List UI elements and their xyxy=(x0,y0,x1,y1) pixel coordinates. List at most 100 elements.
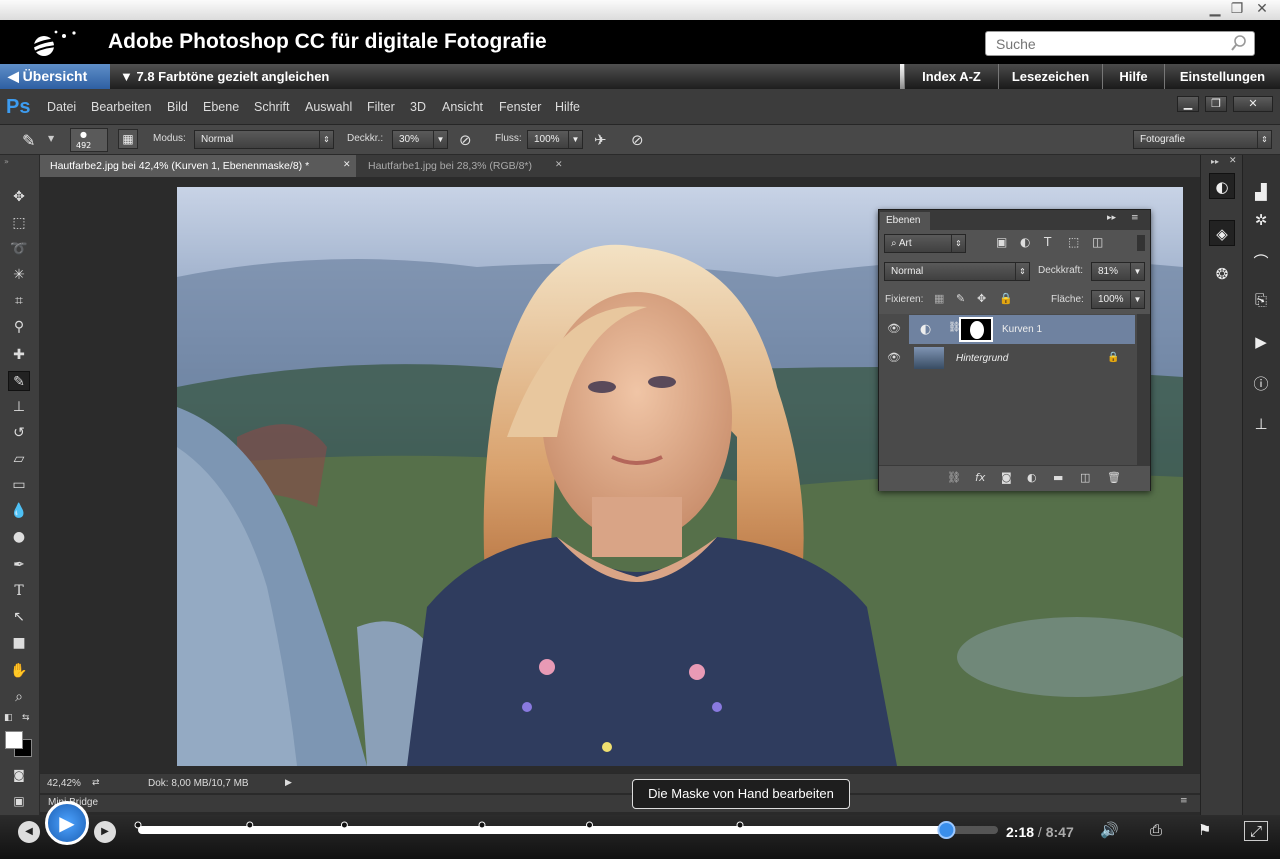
layers-panel-icon[interactable]: ◈ xyxy=(1209,220,1235,246)
chapter-marker[interactable] xyxy=(736,821,744,829)
fill-field[interactable]: 100% ▼ xyxy=(1091,290,1145,309)
close-tab-icon[interactable]: ✕ xyxy=(343,160,351,170)
menu-hilfe[interactable]: Hilfe xyxy=(555,100,580,114)
shape-tool-icon[interactable]: ■ xyxy=(8,633,30,653)
index-button[interactable]: Index A-Z xyxy=(904,64,998,89)
blur-tool-icon[interactable]: 💧 xyxy=(8,501,30,521)
layer-mask-thumbnail[interactable] xyxy=(959,317,993,342)
new-layer-icon[interactable]: ◫ xyxy=(1080,471,1090,484)
actions-panel-icon[interactable]: ▶ xyxy=(1248,329,1274,355)
brush-preset-picker[interactable]: ● 492 xyxy=(70,128,108,152)
pressure-opacity-icon[interactable]: ⊘ xyxy=(459,131,472,149)
adjustments-panel-icon[interactable]: ◐ xyxy=(1209,173,1235,199)
layer-row-hintergrund[interactable]: Hintergrund 🔒 xyxy=(909,344,1135,373)
dodge-tool-icon[interactable]: ● xyxy=(8,527,30,547)
collapse-dock-icon[interactable]: ▸▸ xyxy=(1211,157,1219,166)
tab-hautfarbe2[interactable]: Hautfarbe2.jpg bei 42,4% (Kurven 1, Eben… xyxy=(40,155,356,177)
foreground-color-swatch[interactable] xyxy=(5,731,23,749)
eraser-tool-icon[interactable]: ▱ xyxy=(8,449,30,469)
menu-3d[interactable]: 3D xyxy=(410,100,426,114)
filter-type-icon[interactable]: T xyxy=(1044,235,1051,249)
collapse-panel-icon[interactable]: ▸▸ xyxy=(1107,213,1116,223)
overview-button[interactable]: ◀ Übersicht xyxy=(0,64,110,89)
flag-icon[interactable]: ⚑ xyxy=(1198,821,1211,839)
filter-smart-object-icon[interactable]: ◫ xyxy=(1092,235,1103,249)
filter-shape-icon[interactable]: ⬚ xyxy=(1068,235,1079,249)
eye-visibility-icon[interactable]: 👁 xyxy=(887,322,901,335)
filter-toggle-switch[interactable] xyxy=(1137,235,1145,251)
chapter-marker[interactable] xyxy=(586,821,593,829)
play-button[interactable]: ▶ xyxy=(45,801,89,845)
chapter-marker[interactable] xyxy=(134,821,142,829)
search-box[interactable] xyxy=(985,31,1255,56)
filter-adjustment-icon[interactable]: ◐ xyxy=(1020,235,1030,249)
screen-mode-icon[interactable]: ▣ xyxy=(8,791,30,811)
brush-panel-icon[interactable]: ▦ xyxy=(118,129,138,149)
stamp-tool-icon[interactable]: ⊥ xyxy=(8,397,30,417)
move-tool-icon[interactable]: ✥ xyxy=(8,187,30,207)
chevron-down-icon[interactable]: ▼ xyxy=(1130,263,1144,280)
collapse-icon[interactable]: » xyxy=(4,157,9,166)
chapter-marker[interactable] xyxy=(340,821,348,829)
ps-restore-icon[interactable]: ❐ xyxy=(1205,96,1227,112)
eyedropper-tool-icon[interactable]: ⚲ xyxy=(8,317,30,337)
ps-close-icon[interactable]: ✕ xyxy=(1233,96,1273,112)
print-icon[interactable]: ⎙ xyxy=(1150,821,1162,839)
menu-fenster[interactable]: Fenster xyxy=(499,100,541,114)
delete-layer-icon[interactable]: 🗑 xyxy=(1107,471,1121,484)
flow-field[interactable]: 100% ▼ xyxy=(527,130,583,149)
status-menu-arrow-icon[interactable]: ▶ xyxy=(285,778,292,788)
maximize-window-icon[interactable]: ❐ xyxy=(1228,2,1246,17)
zoom-tool-icon[interactable]: ⌕ xyxy=(8,687,30,707)
lock-all-icon[interactable]: 🔒 xyxy=(999,292,1013,305)
previous-icon[interactable]: ◀ xyxy=(18,821,40,843)
hand-tool-icon[interactable]: ✋ xyxy=(8,661,30,681)
type-tool-icon[interactable]: T xyxy=(8,581,30,601)
chevron-down-icon[interactable]: ▼ xyxy=(48,134,54,143)
history-brush-tool-icon[interactable]: ↺ xyxy=(8,423,30,443)
next-icon[interactable]: ▶ xyxy=(94,821,116,843)
histogram-panel-icon[interactable]: ▟ xyxy=(1248,179,1274,205)
info-panel-icon[interactable]: ⓘ xyxy=(1248,371,1274,397)
history-panel-icon[interactable]: ⎘ xyxy=(1248,287,1274,313)
minimize-window-icon[interactable]: ▁ xyxy=(1206,2,1224,17)
opacity-field[interactable]: 30% ▼ xyxy=(392,130,448,149)
settings-button[interactable]: Einstellungen xyxy=(1164,64,1280,89)
help-button[interactable]: Hilfe xyxy=(1102,64,1164,89)
menu-ansicht[interactable]: Ansicht xyxy=(442,100,483,114)
path-select-tool-icon[interactable]: ↖ xyxy=(8,607,30,627)
crop-tool-icon[interactable]: ⌗ xyxy=(8,291,30,311)
navigator-panel-icon[interactable]: ✲ xyxy=(1248,207,1274,233)
airbrush-icon[interactable]: ✈ xyxy=(594,131,607,149)
chevron-down-icon[interactable]: ▼ xyxy=(1130,291,1144,308)
swap-colors-icon[interactable]: ⇆ xyxy=(22,713,30,723)
new-group-icon[interactable]: ▬ xyxy=(1053,471,1063,484)
lock-position-icon[interactable]: ✥ xyxy=(977,292,986,305)
chapter-marker[interactable] xyxy=(478,821,486,829)
magic-wand-tool-icon[interactable]: ✳ xyxy=(8,265,30,285)
marquee-tool-icon[interactable]: ⬚ xyxy=(8,213,30,233)
close-window-icon[interactable]: ✕ xyxy=(1253,2,1271,17)
tab-hautfarbe1[interactable]: Hautfarbe1.jpg bei 28,3% (RGB/8*) xyxy=(358,155,570,177)
gradient-tool-icon[interactable]: ▭ xyxy=(8,475,30,495)
layers-tab[interactable]: Ebenen xyxy=(880,212,930,230)
close-dock-icon[interactable]: ✕ xyxy=(1229,156,1237,166)
zoom-level[interactable]: 42,42% xyxy=(47,778,81,789)
menu-ebene[interactable]: Ebene xyxy=(203,100,239,114)
search-icon[interactable] xyxy=(1230,34,1248,52)
channels-panel-icon[interactable]: ❂ xyxy=(1209,261,1235,287)
fullscreen-icon[interactable]: ⤢ xyxy=(1244,821,1268,841)
brush-tool-icon[interactable]: ✎ xyxy=(8,371,30,391)
layer-filter-select[interactable]: ⌕ Art ⇕ xyxy=(884,234,966,253)
menu-bild[interactable]: Bild xyxy=(167,100,188,114)
lock-transparency-icon[interactable]: ▦ xyxy=(934,292,944,305)
link-layers-icon[interactable]: ⛓ xyxy=(947,471,961,484)
chevron-down-icon[interactable]: ▼ xyxy=(568,131,582,148)
quick-mask-icon[interactable]: ◙ xyxy=(8,765,30,785)
search-input[interactable] xyxy=(986,32,1216,55)
bookmarks-button[interactable]: Lesezeichen xyxy=(998,64,1102,89)
mode-select[interactable]: Normal ⇕ xyxy=(194,130,334,149)
filter-pixel-icon[interactable]: ▣ xyxy=(996,235,1007,249)
ps-minimize-icon[interactable]: ▁ xyxy=(1177,96,1199,112)
healing-brush-tool-icon[interactable]: ✚ xyxy=(8,345,30,365)
